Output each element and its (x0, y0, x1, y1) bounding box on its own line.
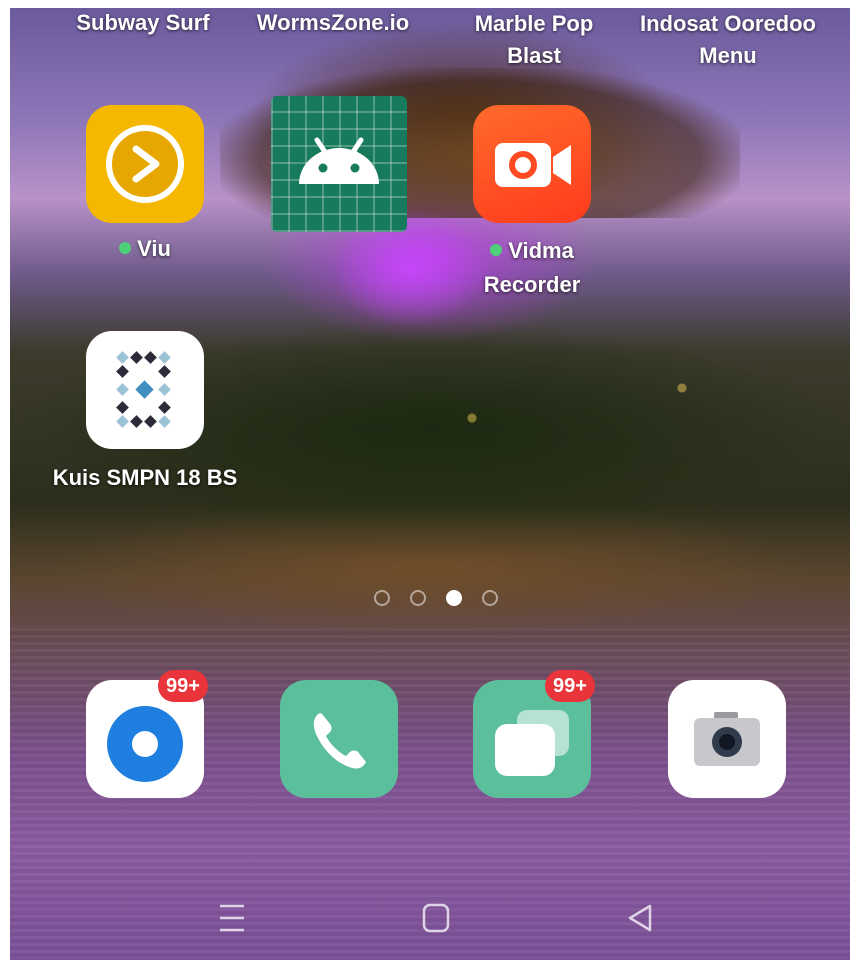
vidma-recorder-app-label[interactable]: Vidma Recorder (450, 234, 614, 302)
phone-app-icon[interactable] (280, 680, 398, 798)
browser-notification-badge: 99+ (158, 670, 208, 702)
page-dot-1[interactable] (374, 590, 390, 606)
back-button[interactable] (610, 888, 670, 948)
android-app-icon[interactable] (271, 96, 407, 232)
app-label-marble-pop-blast[interactable]: Marble Pop Blast (460, 8, 608, 72)
vidma-recorder-app-icon[interactable] (473, 105, 591, 223)
new-install-dot (119, 242, 132, 254)
back-icon (628, 904, 652, 932)
kuis-smpn-app-label[interactable]: Kuis SMPN 18 BS (50, 460, 240, 496)
viu-app-icon[interactable] (86, 105, 204, 223)
menu-button[interactable] (202, 888, 262, 948)
page-indicator[interactable] (372, 588, 502, 610)
viu-app-label[interactable]: Viu (86, 234, 204, 264)
page-dot-2[interactable] (410, 590, 426, 606)
new-install-dot (490, 244, 503, 256)
home-screen: Subway Surf WormsZone.io Marble Pop Blas… (10, 8, 850, 960)
menu-icon (220, 904, 244, 932)
kuis-smpn-app-icon[interactable] (86, 331, 204, 449)
home-button[interactable] (406, 888, 466, 948)
diamond-grid-icon (116, 351, 171, 428)
camera-icon (694, 712, 760, 766)
camera-app-icon[interactable] (668, 680, 786, 798)
video-camera-icon (495, 143, 571, 187)
navigation-bar (10, 888, 850, 948)
page-dot-4[interactable] (482, 590, 498, 606)
viu-play-icon (106, 125, 184, 203)
phone-icon (313, 713, 366, 769)
app-label-indosat-ooredoo-menu[interactable]: Indosat Ooredoo Menu (638, 8, 818, 72)
messages-notification-badge: 99+ (545, 670, 595, 702)
app-label-subway-surf[interactable]: Subway Surf (68, 8, 218, 38)
home-icon (422, 903, 450, 933)
android-icon (299, 137, 379, 184)
page-dot-3[interactable] (446, 590, 462, 606)
viu-label-text: Viu (137, 236, 171, 261)
app-label-wormszone[interactable]: WormsZone.io (248, 8, 418, 38)
